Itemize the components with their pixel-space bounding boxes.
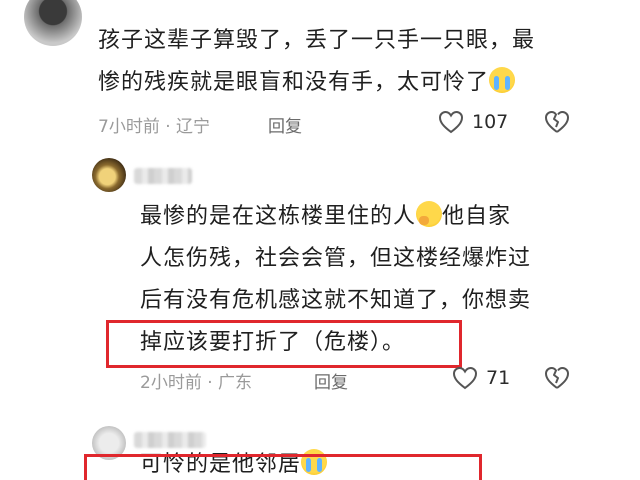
highlight-box xyxy=(106,320,462,368)
avatar[interactable] xyxy=(92,158,126,192)
comment-text: 孩子这辈子算毁了，丢了一只手一只眼，最 惨的残疾就是眼盲和没有手，太可怜了 xyxy=(98,20,535,104)
reply-button[interactable]: 回复 xyxy=(268,112,302,137)
like-button[interactable]: 71 xyxy=(452,366,510,390)
reply-button[interactable]: 回复 xyxy=(314,368,348,393)
like-count: 107 xyxy=(472,111,509,133)
broken-heart-outline-icon xyxy=(545,367,569,389)
dislike-button[interactable] xyxy=(543,365,571,391)
heart-outline-icon xyxy=(438,110,464,134)
comment-thread: 孩子这辈子算毁了，丢了一只手一只眼，最 惨的残疾就是眼盲和没有手，太可怜了 7小… xyxy=(0,0,640,480)
comment-line: 孩子这辈子算毁了，丢了一只手一只眼，最 xyxy=(98,28,536,53)
broken-heart-outline-icon xyxy=(545,111,569,133)
highlight-box xyxy=(84,454,482,480)
thinking-emoji-icon xyxy=(416,201,443,227)
crying-emoji-icon xyxy=(489,67,516,93)
comment-line: 最惨的是在这栋楼里住的人 他自家 xyxy=(140,196,531,238)
username-blurred[interactable] xyxy=(134,168,192,184)
like-button[interactable]: 107 xyxy=(438,110,508,134)
dislike-button[interactable] xyxy=(543,109,571,135)
comment-line: 后有没有危机感这就不知道了，你想卖 xyxy=(140,288,532,313)
comment-line: 惨的残疾就是眼盲和没有手，太可怜了 xyxy=(98,62,535,104)
comment-time-location: 2小时前 · 广东 xyxy=(140,373,253,393)
avatar[interactable] xyxy=(24,0,82,46)
comment-time-location: 7小时前 · 辽宁 xyxy=(98,117,211,137)
heart-outline-icon xyxy=(452,366,478,390)
like-count: 71 xyxy=(486,367,511,389)
comment-line: 人怎伤残，社会会管，但这楼经爆炸过 xyxy=(140,246,532,271)
